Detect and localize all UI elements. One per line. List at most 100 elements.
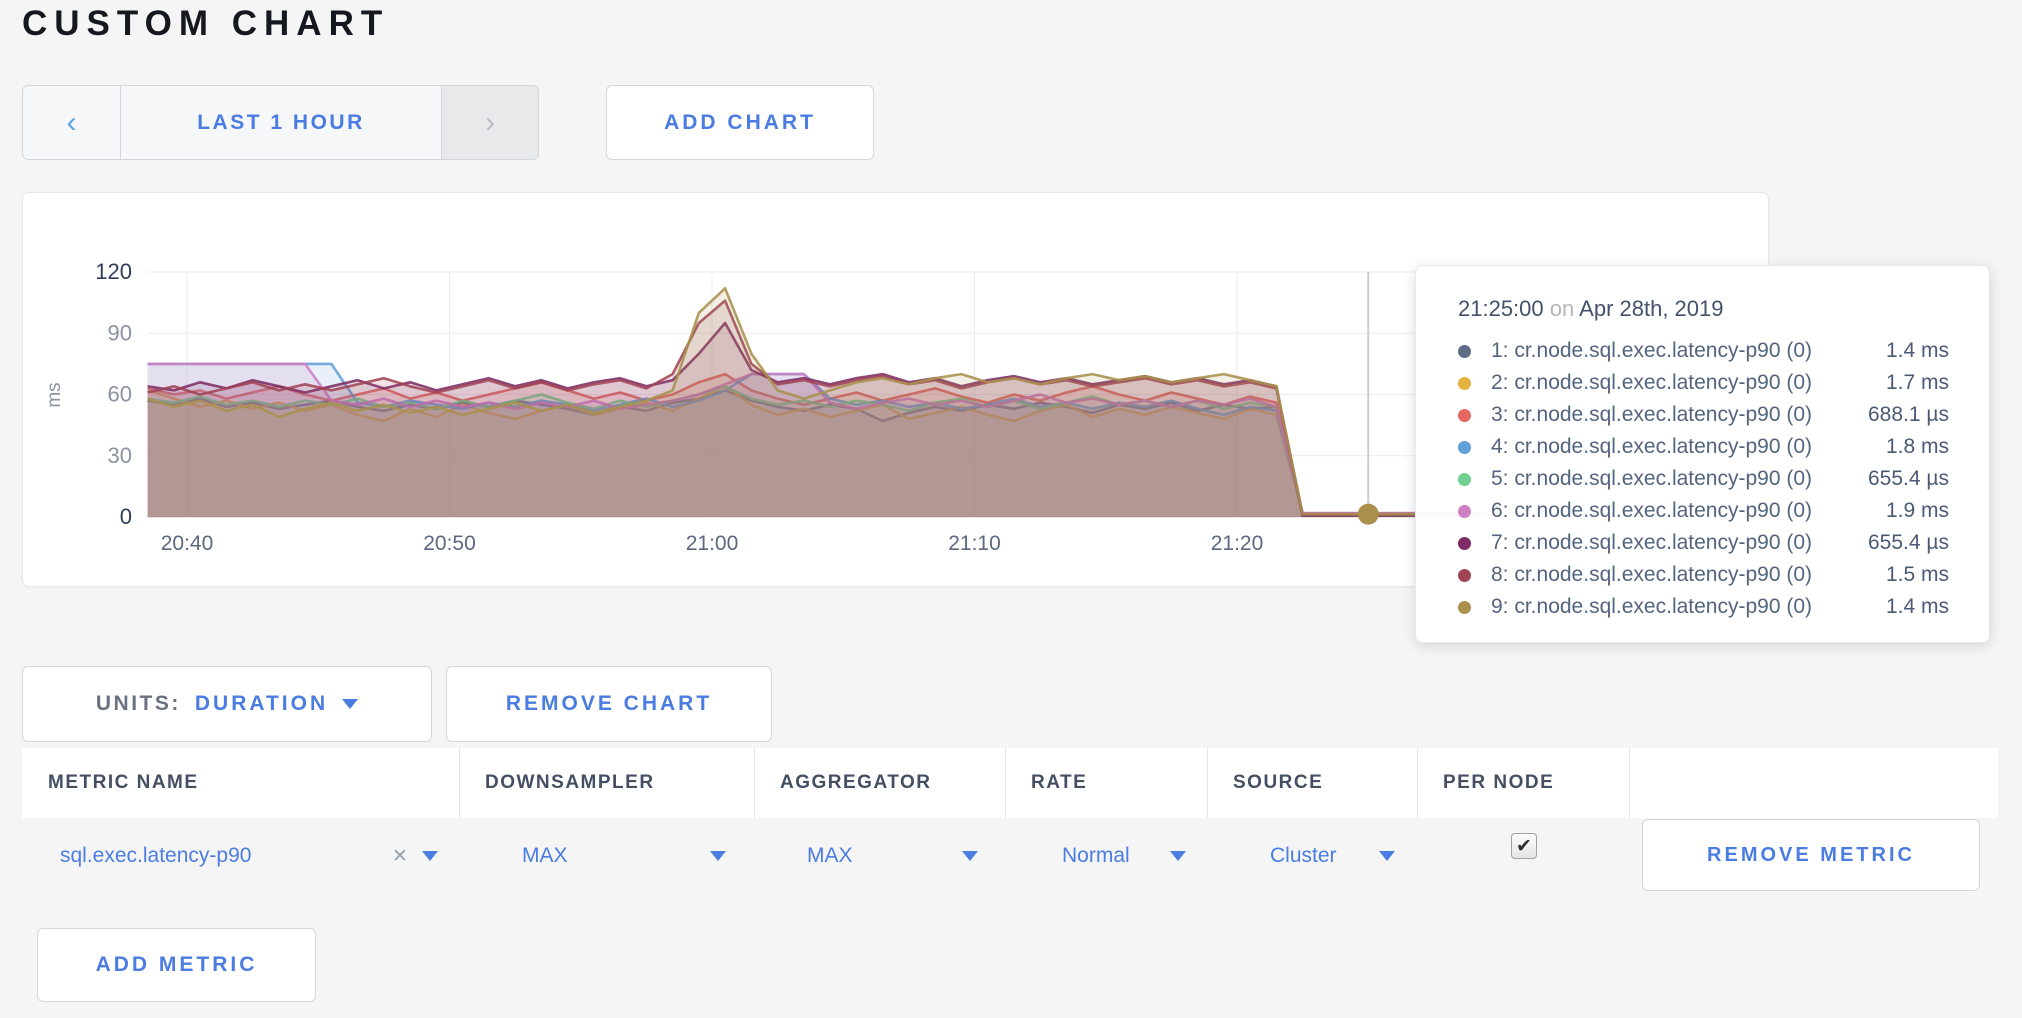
series-color-dot: [1458, 537, 1471, 550]
column-header-per-node: PER NODE: [1417, 748, 1629, 818]
downsampler-caret[interactable]: [710, 820, 726, 892]
aggregator-caret[interactable]: [962, 820, 978, 892]
svg-text:20:40: 20:40: [161, 532, 214, 555]
metric-clear-control: ✕: [392, 820, 438, 892]
units-dropdown[interactable]: UNITS: DURATION: [22, 666, 432, 742]
chevron-down-icon: [342, 699, 358, 709]
series-label: 9: cr.node.sql.exec.latency-p90 (0): [1491, 595, 1886, 619]
source-select[interactable]: Cluster: [1270, 820, 1337, 892]
chevron-down-icon: [1379, 851, 1395, 861]
column-divider: [754, 748, 755, 818]
column-header-source: SOURCE: [1207, 748, 1417, 818]
svg-text:21:10: 21:10: [948, 532, 1001, 555]
series-label: 3: cr.node.sql.exec.latency-p90 (0): [1491, 403, 1868, 427]
metrics-table-header: METRIC NAMEDOWNSAMPLERAGGREGATORRATESOUR…: [22, 748, 1998, 818]
series-color-dot: [1458, 473, 1471, 486]
chevron-down-icon: [710, 851, 726, 861]
tooltip-header: 21:25:00 on Apr 28th, 2019: [1458, 296, 1949, 322]
tooltip-time: 21:25:00: [1458, 296, 1544, 321]
tooltip-series-row: 8: cr.node.sql.exec.latency-p90 (0)1.5 m…: [1458, 559, 1949, 591]
column-header-rate: RATE: [1005, 748, 1207, 818]
svg-text:90: 90: [108, 320, 132, 345]
per-node-checkbox[interactable]: ✔: [1511, 833, 1537, 859]
custom-chart-page: CUSTOM CHART ‹ LAST 1 HOUR › ADD CHART 0…: [0, 0, 2022, 1018]
tooltip-series-row: 5: cr.node.sql.exec.latency-p90 (0)655.4…: [1458, 463, 1949, 495]
chevron-right-icon: ›: [485, 106, 495, 140]
source-caret[interactable]: [1379, 820, 1395, 892]
series-value: 1.7 ms: [1886, 371, 1949, 395]
tooltip-series-row: 1: cr.node.sql.exec.latency-p90 (0)1.4 m…: [1458, 335, 1949, 367]
chevron-left-icon: ‹: [67, 106, 77, 140]
svg-text:0: 0: [120, 504, 132, 529]
tooltip-series-row: 4: cr.node.sql.exec.latency-p90 (0)1.8 m…: [1458, 431, 1949, 463]
rate-caret[interactable]: [1170, 820, 1186, 892]
chevron-down-icon: [962, 851, 978, 861]
series-value: 1.4 ms: [1886, 595, 1949, 619]
add-metric-button[interactable]: ADD METRIC: [37, 928, 316, 1002]
aggregator-select[interactable]: MAX: [807, 820, 853, 892]
svg-text:21:20: 21:20: [1211, 532, 1264, 555]
series-color-dot: [1458, 377, 1471, 390]
svg-text:30: 30: [108, 443, 132, 468]
tooltip-series-list: 1: cr.node.sql.exec.latency-p90 (0)1.4 m…: [1458, 335, 1949, 623]
series-value: 655.4 µs: [1868, 467, 1949, 491]
rate-select[interactable]: Normal: [1062, 820, 1130, 892]
series-value: 1.9 ms: [1886, 499, 1949, 523]
series-label: 7: cr.node.sql.exec.latency-p90 (0): [1491, 531, 1868, 555]
column-header-aggregator: AGGREGATOR: [754, 748, 1005, 818]
series-label: 6: cr.node.sql.exec.latency-p90 (0): [1491, 499, 1886, 523]
tooltip-series-row: 6: cr.node.sql.exec.latency-p90 (0)1.9 m…: [1458, 495, 1949, 527]
column-divider: [1417, 748, 1418, 818]
svg-text:60: 60: [108, 382, 132, 407]
page-title: CUSTOM CHART: [22, 4, 389, 44]
time-range-selector: ‹ LAST 1 HOUR ›: [22, 85, 539, 160]
series-color-dot: [1458, 601, 1471, 614]
tooltip-date: Apr 28th, 2019: [1579, 296, 1723, 321]
downsampler-select[interactable]: MAX: [522, 820, 568, 892]
series-label: 8: cr.node.sql.exec.latency-p90 (0): [1491, 563, 1886, 587]
time-range-dropdown[interactable]: LAST 1 HOUR: [121, 86, 441, 159]
series-color-dot: [1458, 441, 1471, 454]
series-color-dot: [1458, 345, 1471, 358]
svg-text:20:50: 20:50: [423, 532, 476, 555]
tooltip-series-row: 7: cr.node.sql.exec.latency-p90 (0)655.4…: [1458, 527, 1949, 559]
tooltip-series-row: 2: cr.node.sql.exec.latency-p90 (0)1.7 m…: [1458, 367, 1949, 399]
column-header-downsampler: DOWNSAMPLER: [459, 748, 754, 818]
time-prev-button[interactable]: ‹: [23, 86, 121, 159]
clear-metric-icon[interactable]: ✕: [392, 845, 408, 868]
remove-chart-button[interactable]: REMOVE CHART: [446, 666, 772, 742]
tooltip-series-row: 3: cr.node.sql.exec.latency-p90 (0)688.1…: [1458, 399, 1949, 431]
series-color-dot: [1458, 505, 1471, 518]
column-divider: [459, 748, 460, 818]
metric-name-field[interactable]: sql.exec.latency-p90: [60, 820, 251, 892]
units-value: DURATION: [195, 692, 328, 716]
series-value: 655.4 µs: [1868, 531, 1949, 555]
column-divider: [1629, 748, 1630, 818]
column-divider: [1207, 748, 1208, 818]
column-divider: [1005, 748, 1006, 818]
series-value: 1.4 ms: [1886, 339, 1949, 363]
series-label: 4: cr.node.sql.exec.latency-p90 (0): [1491, 435, 1886, 459]
series-label: 5: cr.node.sql.exec.latency-p90 (0): [1491, 467, 1868, 491]
series-value: 688.1 µs: [1868, 403, 1949, 427]
series-label: 2: cr.node.sql.exec.latency-p90 (0): [1491, 371, 1886, 395]
series-value: 1.5 ms: [1886, 563, 1949, 587]
svg-text:ms: ms: [44, 382, 65, 407]
add-chart-button[interactable]: ADD CHART: [606, 85, 874, 160]
series-color-dot: [1458, 569, 1471, 582]
chart-hover-tooltip: 21:25:00 on Apr 28th, 2019 1: cr.node.sq…: [1415, 265, 1990, 643]
series-value: 1.8 ms: [1886, 435, 1949, 459]
series-label: 1: cr.node.sql.exec.latency-p90 (0): [1491, 339, 1886, 363]
time-next-button[interactable]: ›: [441, 86, 538, 159]
chevron-down-icon: [1170, 851, 1186, 861]
svg-text:21:00: 21:00: [686, 532, 739, 555]
tooltip-on-word: on: [1550, 296, 1574, 321]
series-color-dot: [1458, 409, 1471, 422]
metric-name-value: sql.exec.latency-p90: [60, 844, 251, 868]
column-header-metric-name: METRIC NAME: [22, 748, 459, 818]
remove-metric-button[interactable]: REMOVE METRIC: [1642, 819, 1980, 891]
metric-dropdown-icon[interactable]: [422, 851, 438, 861]
svg-text:120: 120: [95, 259, 132, 284]
tooltip-series-row: 9: cr.node.sql.exec.latency-p90 (0)1.4 m…: [1458, 591, 1949, 623]
units-label: UNITS:: [96, 692, 181, 716]
